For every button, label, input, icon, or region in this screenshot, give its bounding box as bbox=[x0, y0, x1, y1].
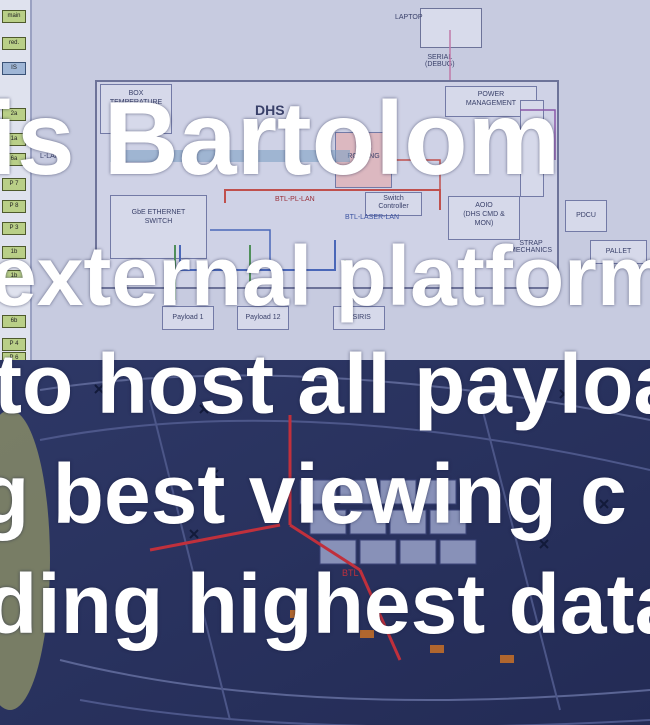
slide-stage: main red. IS 2a 1a 6a P 7 P 8 P 3 1b 1b … bbox=[0, 0, 650, 725]
overlay-line-3: to host all payloa bbox=[0, 337, 650, 431]
overlay-line-4: g best viewing c bbox=[0, 447, 627, 541]
overlay-line-5: ding highest data bbox=[0, 557, 650, 651]
overlay-line-1: is Bartolom bbox=[0, 81, 561, 197]
overlay-text: is Bartolom external platform to host al… bbox=[0, 0, 650, 725]
overlay-line-2: external platform bbox=[0, 229, 650, 323]
